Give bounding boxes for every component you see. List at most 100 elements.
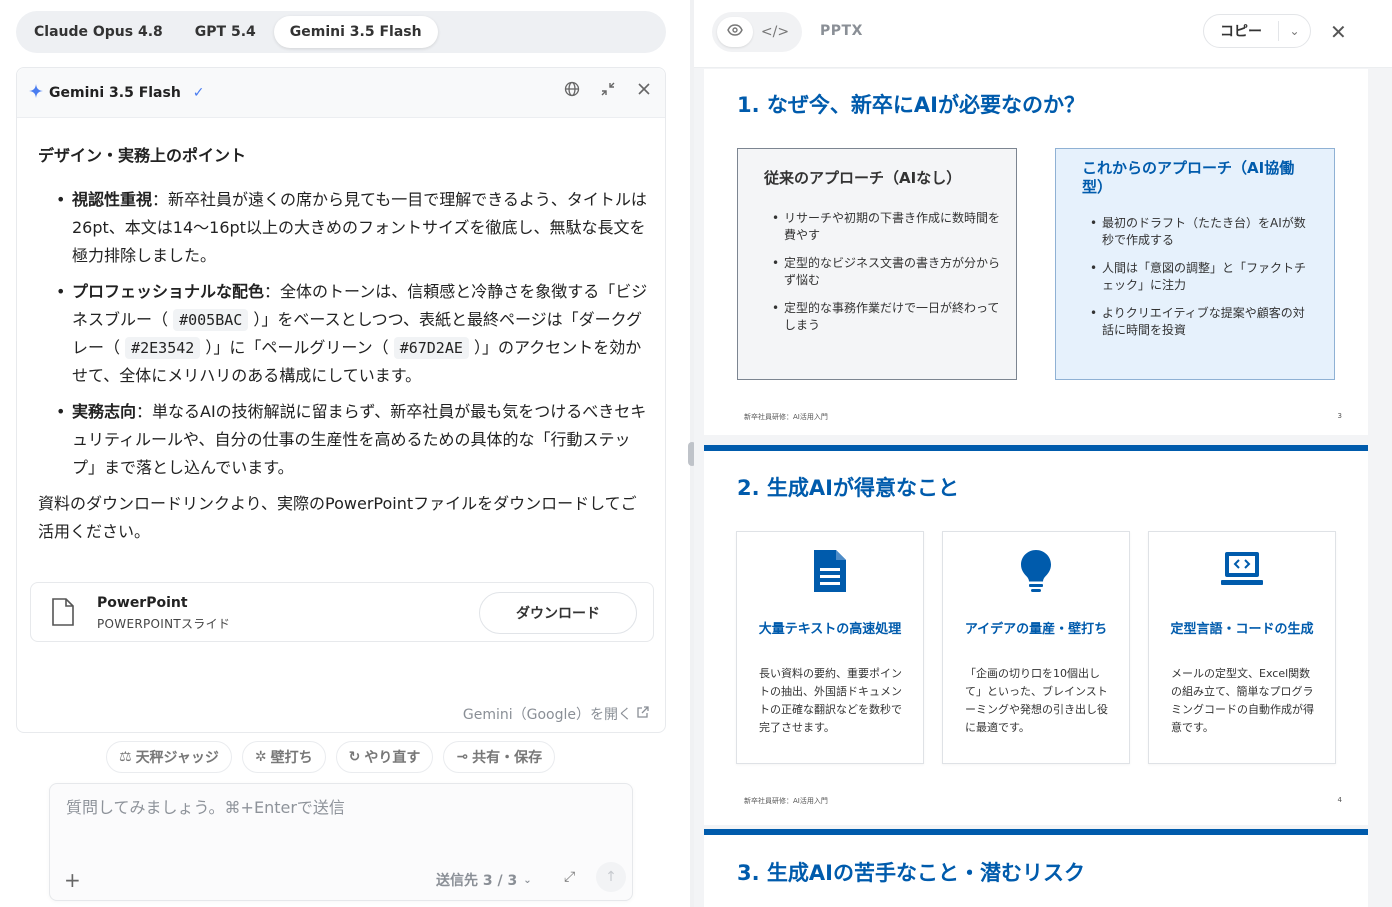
list-item: リサーチや初期の下書き作成に数時間を費やす	[764, 210, 1004, 244]
judge-button[interactable]: ⚖ 天秤ジャッジ	[106, 741, 232, 773]
prompt-box: + 送信先 3 / 3 ⌄ ⤢ ↑	[49, 783, 633, 901]
collapse-icon[interactable]	[599, 80, 617, 98]
feature-card: アイデアの量産・壁打ち 「企画の切り口を10個出して」といった、ブレインストーミ…	[942, 531, 1130, 764]
color-code: #67D2AE	[393, 337, 469, 359]
link-icon: ⊸	[456, 749, 469, 765]
file-name: PowerPoint	[97, 595, 188, 611]
response-card: Gemini 3.5 Flash ✓ デザイン・実務上のポイント • 視認性重視…	[16, 67, 666, 733]
scale-icon: ⚖	[119, 749, 132, 765]
document-icon	[737, 550, 923, 592]
section-heading: デザイン・実務上のポイント	[38, 146, 247, 165]
chevron-down-icon: ⌄	[523, 874, 532, 886]
code-icon: </>	[760, 24, 790, 40]
box-title: 従来のアプローチ（AIなし）	[764, 169, 962, 187]
judge-label: 天秤ジャッジ	[135, 750, 219, 766]
copy-group: コピー ⌄	[1203, 14, 1311, 48]
list-item: プロフェッショナルな配色：全体のトーンは、信頼感と冷静さを象徴する「ビジネスブル…	[56, 278, 648, 390]
point-text: ：新卒社員が遠くの席から見ても一目で理解できるよう、タイトルは26pt、本文は1…	[72, 190, 647, 265]
list-item: 定型的なビジネス文書の書き方が分からず悩む	[764, 255, 1004, 289]
point-title: 実務志向	[72, 402, 137, 421]
slides-viewport[interactable]: 1. なぜ今、新卒にAIが必要なのか？ 従来のアプローチ（AIなし） リサーチや…	[704, 69, 1368, 907]
slide-footer: 新卒社員研修：AI活用入門	[744, 797, 828, 805]
open-gemini-link[interactable]: Gemini（Google）を開く	[463, 704, 649, 724]
plus-icon[interactable]: +	[64, 868, 81, 892]
preview-pane: </> PPTX コピー ⌄ ✕ 1. なぜ今、新卒にAIが必要なのか？ 従来の…	[694, 0, 1392, 907]
file-format-label: PPTX	[820, 23, 863, 39]
chat-pane: Claude Opus 4.8 GPT 5.4 Gemini 3.5 Flash…	[0, 0, 690, 907]
feature-desc: 「企画の切り口を10個出して」といった、ブレインストーミングや発想の引き出し役に…	[965, 667, 1108, 734]
expand-icon[interactable]: ⤢	[564, 869, 575, 885]
slide-title: 1. なぜ今、新卒にAIが必要なのか？	[737, 93, 1085, 117]
prompt-input[interactable]	[66, 794, 616, 854]
list-item: 人間は「意図の調整」と「ファクトチェック」に注力	[1082, 260, 1314, 294]
copy-options-dropdown[interactable]: ⌄	[1279, 24, 1310, 38]
slide-gap	[704, 435, 1368, 445]
feature-desc: 長い資料の要約、重要ポイントの抽出、外国語ドキュメントの正確な翻訳などを数秒で完…	[759, 667, 902, 734]
code-view-button[interactable]: </>	[757, 17, 793, 47]
external-link-icon	[636, 705, 649, 723]
tab-claude-opus[interactable]: Claude Opus 4.8	[20, 16, 177, 48]
point-text: ）」に「ペールグリーン（	[200, 338, 394, 357]
send-target-label: 送信先 3 / 3	[436, 873, 518, 889]
retry-label: やり直す	[364, 750, 421, 766]
share-save-button[interactable]: ⊸ 共有・保存	[443, 741, 556, 773]
card-header-actions	[563, 80, 653, 98]
color-code: #2E3542	[125, 337, 201, 359]
slide-5: 3. 生成AIの苦手なこと・潜むリスク	[704, 829, 1368, 907]
preview-view-button[interactable]	[717, 17, 753, 47]
chevron-down-icon: ⌄	[1289, 24, 1300, 38]
sparkle-icon	[29, 84, 43, 102]
refresh-icon: ↻	[348, 749, 361, 765]
points-list: 視認性重視：新卒社員が遠くの席から見ても一目で理解できるよう、タイトルは26pt…	[38, 186, 648, 482]
comparison-box-right: これからのアプローチ（AI協働型） 最初のドラフト（たたき台）をAIが数秒で作成…	[1055, 148, 1335, 380]
view-toggle: </>	[712, 12, 802, 52]
slide-accent-bar	[704, 445, 1368, 451]
tab-gemini[interactable]: Gemini 3.5 Flash	[273, 16, 438, 48]
preview-toolbar: </> PPTX コピー ⌄ ✕	[694, 0, 1392, 68]
send-target-selector[interactable]: 送信先 3 / 3 ⌄	[436, 870, 532, 890]
slide-3: 1. なぜ今、新卒にAIが必要なのか？ 従来のアプローチ（AIなし） リサーチや…	[704, 69, 1368, 437]
slide-page-number: 4	[1337, 796, 1342, 804]
feature-card: 大量テキストの高速処理 長い資料の要約、重要ポイントの抽出、外国語ドキュメントの…	[736, 531, 924, 764]
list-item: よりクリエイティブな提案や顧客の対話に時間を投資	[1082, 305, 1314, 339]
slide-page-number: 3	[1337, 412, 1342, 420]
model-name: Gemini 3.5 Flash	[49, 85, 181, 101]
file-icon	[51, 597, 75, 627]
tab-gpt[interactable]: GPT 5.4	[181, 16, 270, 48]
file-type: POWERPOINTスライド	[97, 617, 231, 631]
response-actions: ⚖ 天秤ジャッジ ✲ 壁打ち ↻ やり直す ⊸ 共有・保存	[106, 741, 556, 773]
laptop-code-icon	[1149, 550, 1335, 588]
feature-title: アイデアの量産・壁打ち	[964, 622, 1108, 637]
download-button[interactable]: ダウンロード	[479, 592, 637, 634]
retry-button[interactable]: ↻ やり直す	[335, 741, 434, 773]
closing-text: 資料のダウンロードリンクより、実際のPowerPointファイルをダウンロードし…	[38, 494, 637, 541]
list-item: 定型的な事務作業だけで一日が終わってしまう	[764, 300, 1004, 334]
eye-icon	[727, 24, 743, 40]
slide-title: 2. 生成AIが得意なこと	[737, 476, 959, 500]
list-item: 最初のドラフト（たたき台）をAIが数秒で作成する	[1082, 215, 1314, 249]
list-item: 実務志向：単なるAIの技術解説に留まらず、新卒社員が最も気をつけるべきセキュリテ…	[56, 398, 648, 482]
globe-icon[interactable]	[563, 80, 581, 98]
brainstorm-button[interactable]: ✲ 壁打ち	[241, 741, 326, 773]
close-preview-icon[interactable]: ✕	[1330, 20, 1347, 44]
send-button[interactable]: ↑	[596, 862, 626, 892]
feature-card: 定型言語・コードの生成 メールの定型文、Excel関数の組み立て、簡単なプログラ…	[1148, 531, 1336, 764]
comparison-box-left: 従来のアプローチ（AIなし） リサーチや初期の下書き作成に数時間を費やす 定型的…	[737, 148, 1017, 380]
feature-title: 大量テキストの高速処理	[758, 622, 902, 637]
brainstorm-icon: ✲	[254, 749, 267, 765]
box-title: これからのアプローチ（AI協働型）	[1082, 159, 1295, 196]
point-title: 視認性重視	[72, 190, 153, 209]
file-attachment: PowerPoint POWERPOINTスライド ダウンロード	[30, 582, 654, 642]
slide-title: 3. 生成AIの苦手なこと・潜むリスク	[737, 861, 1085, 885]
point-title: プロフェッショナルな配色	[72, 282, 265, 301]
response-content: デザイン・実務上のポイント 視認性重視：新卒社員が遠くの席から見ても一目で理解で…	[38, 142, 648, 546]
model-tabs: Claude Opus 4.8 GPT 5.4 Gemini 3.5 Flash	[16, 11, 666, 53]
brainstorm-label: 壁打ち	[270, 750, 313, 766]
close-icon[interactable]	[635, 80, 653, 98]
open-link-label: Gemini（Google）を開く	[462, 707, 632, 723]
copy-button[interactable]: コピー	[1204, 21, 1278, 41]
list-item: 視認性重視：新卒社員が遠くの席から見ても一目で理解できるよう、タイトルは26pt…	[56, 186, 648, 270]
card-title: Gemini 3.5 Flash ✓	[29, 84, 205, 102]
lightbulb-icon	[943, 550, 1129, 592]
send-arrow-icon: ↑	[605, 869, 617, 885]
